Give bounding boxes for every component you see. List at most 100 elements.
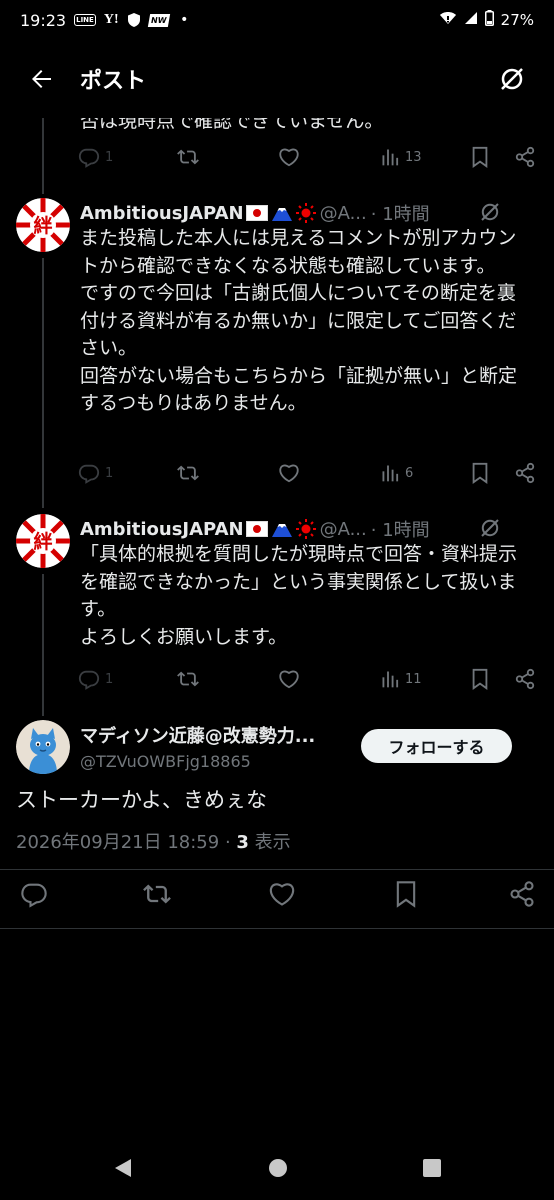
reply-button[interactable]: 1	[78, 668, 113, 690]
status-time: 19:23	[20, 10, 67, 30]
retweet-button[interactable]	[176, 462, 200, 484]
views-icon	[382, 465, 399, 482]
retweet-button[interactable]	[176, 146, 200, 168]
system-navigation-bar	[0, 1140, 554, 1200]
avatar[interactable]: 絆	[16, 514, 70, 568]
reply-button[interactable]: 1	[78, 146, 113, 168]
reply-count: 1	[105, 149, 114, 165]
views-count: 13	[405, 149, 422, 165]
nav-home-button[interactable]	[267, 1157, 289, 1183]
share-icon	[515, 462, 535, 484]
sun-icon	[295, 203, 316, 223]
sun-icon	[295, 519, 316, 539]
grok-button[interactable]	[478, 516, 502, 544]
bookmark-button[interactable]	[470, 462, 490, 484]
news-notification-icon: NW	[147, 13, 170, 27]
views-icon	[382, 671, 399, 688]
reply-button[interactable]: 1	[78, 462, 113, 484]
line-notification-icon: LINE	[74, 14, 96, 26]
main-tweet-actions	[0, 876, 554, 910]
battery-percent: 27%	[500, 11, 534, 29]
tweet-meta: 2026年09月21日 18:59 · 3 表示	[16, 828, 291, 854]
yahoo-notification-icon: Y!	[103, 12, 119, 27]
author-handle[interactable]: @A...	[320, 519, 367, 540]
follow-button[interactable]: フォローする	[361, 729, 512, 763]
like-button[interactable]	[278, 668, 300, 690]
reply-icon	[78, 148, 100, 168]
share-button[interactable]	[514, 462, 536, 484]
thread-line	[42, 258, 44, 508]
share-button[interactable]	[514, 146, 536, 168]
more-notifications-dot: •	[180, 12, 189, 28]
reply-icon	[21, 883, 47, 908]
author-name[interactable]: AmbitiousJAPAN	[80, 519, 244, 540]
grok-button[interactable]	[478, 200, 502, 228]
tweet-time[interactable]: · 1時間	[371, 200, 430, 226]
status-bar: 19:23 LINE Y! NW • 27%	[0, 0, 554, 40]
bookmark-button[interactable]	[470, 146, 490, 168]
tweet-actions: 1 6	[78, 458, 538, 488]
meta-separator: ·	[219, 832, 237, 853]
heart-icon	[279, 670, 299, 689]
bookmark-button[interactable]	[393, 880, 419, 912]
like-button[interactable]	[278, 146, 300, 168]
bookmark-button[interactable]	[470, 668, 490, 690]
tweet-header: AmbitiousJAPAN @A... · 1時間	[80, 516, 430, 542]
avatar[interactable]: 絆	[16, 198, 70, 252]
thread-line	[42, 574, 44, 716]
share-button[interactable]	[508, 880, 536, 912]
author-handle[interactable]: @A...	[320, 203, 367, 224]
views-label: 表示	[248, 832, 291, 853]
views-count[interactable]: 3	[236, 832, 249, 853]
retweet-button[interactable]	[142, 880, 172, 912]
author-handle[interactable]: @TZVuOWBFjg18865	[80, 752, 251, 771]
svg-text:絆: 絆	[33, 214, 52, 237]
grok-icon	[481, 203, 499, 221]
page-title: ポスト	[80, 69, 147, 94]
mount-fuji-icon	[271, 208, 292, 221]
heart-icon	[269, 883, 295, 906]
bookmark-icon	[396, 881, 416, 908]
tweet-actions: 1 11	[78, 664, 538, 694]
main-tweet-text: ストーカーかよ、きめぇな	[16, 788, 267, 812]
grok-icon	[481, 519, 499, 537]
circle-home-icon	[269, 1159, 287, 1177]
views-button[interactable]: 11	[380, 669, 422, 689]
back-button[interactable]	[24, 61, 60, 97]
triangle-back-icon	[115, 1159, 131, 1177]
bookmark-icon	[472, 462, 488, 484]
author-name[interactable]: AmbitiousJAPAN	[80, 203, 244, 224]
reply-icon	[78, 464, 100, 484]
retweet-button[interactable]	[176, 668, 200, 690]
avatar[interactable]	[16, 720, 70, 774]
svg-text:絆: 絆	[33, 530, 52, 553]
japan-flag-icon	[245, 205, 268, 221]
header: ポスト	[0, 40, 554, 118]
like-button[interactable]	[278, 462, 300, 484]
author-name[interactable]: マディソン近藤@改憲勢力...	[80, 722, 315, 748]
views-button[interactable]: 13	[380, 147, 422, 167]
bookmark-icon	[472, 668, 488, 690]
views-button[interactable]: 6	[380, 463, 413, 483]
share-button[interactable]	[514, 668, 536, 690]
retweet-icon	[177, 465, 199, 481]
reply-button[interactable]	[20, 880, 48, 912]
retweet-icon	[143, 884, 171, 904]
nav-recents-button[interactable]	[421, 1157, 443, 1183]
arrow-left-icon	[32, 70, 51, 88]
bookmark-icon	[472, 146, 488, 168]
rising-sun-avatar-icon: 絆	[16, 198, 70, 252]
nav-back-button[interactable]	[112, 1157, 134, 1183]
grok-button[interactable]	[496, 63, 528, 95]
tweet-timestamp[interactable]: 2026年09月21日 18:59	[16, 832, 219, 853]
reply-count: 1	[105, 671, 114, 687]
tweet-time[interactable]: · 1時間	[371, 516, 430, 542]
tweet-text: 「具体的根拠を質問したが現時点で回答・資料提示を確認できなかった」という事実関係…	[80, 543, 518, 648]
share-icon	[510, 881, 534, 907]
views-icon	[382, 149, 399, 166]
retweet-icon	[177, 149, 199, 165]
like-button[interactable]	[268, 880, 296, 912]
shield-notification-icon	[127, 12, 141, 28]
tweet-text: また投稿した本人には見えるコメントが別アカウントから確認できなくなる状態も確認し…	[80, 227, 518, 414]
divider	[0, 869, 554, 870]
